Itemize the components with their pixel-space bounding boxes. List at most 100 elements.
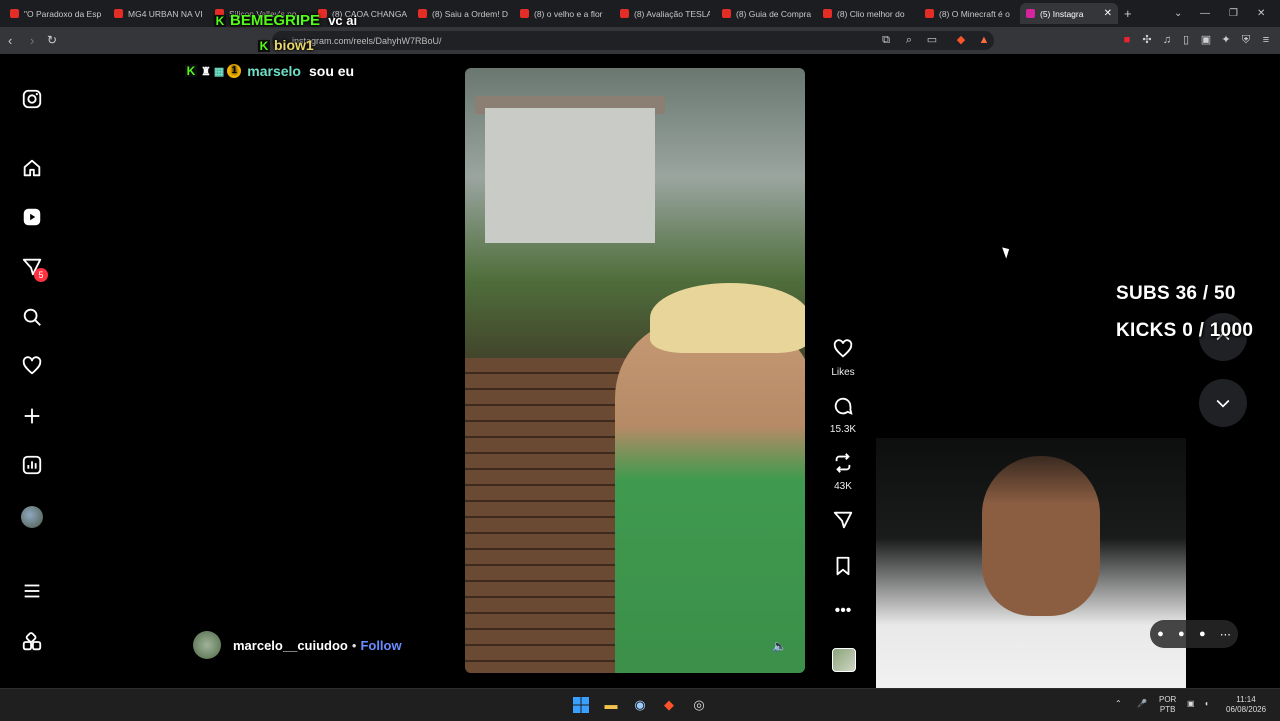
youtube-favicon-icon [925,9,934,18]
like-button[interactable]: Likes [822,338,864,378]
youtube-favicon-icon [823,9,832,18]
follow-button[interactable]: Follow [360,638,401,653]
chat-message: Kbiow1 [258,37,314,53]
share-icon [822,509,864,536]
browser-tab[interactable]: (8) Clio melhor do [823,4,913,23]
browser-tab[interactable]: "O Paradoxo da Esp [10,4,102,23]
menu-icon[interactable] [20,580,44,604]
profile-avatar[interactable] [21,506,43,528]
kick-badge-icon: K [214,14,226,28]
browser-tab[interactable]: (8) Avaliação TESLA [620,4,710,23]
media-icon[interactable]: ♫ [1161,34,1173,46]
kick-badge-icon: K [185,64,197,78]
participant-avatar: ● [1157,628,1164,640]
volume-icon[interactable]: ◖ [1204,699,1209,709]
instagram-sidebar: 5 [0,54,64,688]
brave-browser-icon[interactable]: ◆ [661,697,677,713]
vpn-icon[interactable]: ⛨ [1240,34,1252,46]
repost-icon [822,452,864,479]
minimize-icon[interactable]: — [1200,4,1212,23]
chat-message: K BEMEGRIPE vc ai [214,12,358,29]
reel-author: marcelo__cuiudoo • Follow [193,631,402,659]
forward-icon[interactable]: › [30,33,34,48]
browser-tab[interactable]: MG4 URBAN NA VI [114,4,202,23]
clock[interactable]: 11:14 06/08/2026 [1226,695,1266,715]
apps-icon[interactable] [20,631,44,655]
save-button[interactable] [822,555,864,582]
kick-badge-icon: K [258,39,270,53]
reload-icon[interactable]: ↻ [47,33,57,47]
participant-avatar: ● [1198,628,1206,640]
browser-tab[interactable]: (8) O Minecraft é o [925,4,1013,23]
close-window-icon[interactable]: ✕ [1257,4,1269,23]
file-explorer-icon[interactable]: ▬ [603,697,619,713]
wallet-icon[interactable]: ▣ [1200,34,1212,46]
youtube-favicon-icon [722,9,731,18]
participant-avatar: ● [1178,628,1185,640]
search-icon[interactable] [20,306,44,330]
mute-button[interactable]: 🔈 [772,639,787,653]
brave-rewards-icon[interactable]: ▲ [978,34,990,46]
bookmark-icon [822,555,864,582]
comment-button[interactable]: 15.3K [822,395,864,435]
dashboard-icon[interactable] [20,454,44,478]
tray-chevron-icon[interactable]: ⌃ [1115,699,1122,709]
sidebar-toggle-icon[interactable]: ▯ [1180,34,1192,46]
reposts-count: 43K [834,481,852,492]
chevron-down-icon [1216,399,1230,408]
zoom-icon[interactable]: ⌕ [903,34,915,46]
share-button[interactable] [822,509,864,536]
reels-icon[interactable] [20,206,44,230]
cast-icon[interactable]: ▭ [926,34,938,46]
audio-thumbnail[interactable] [832,648,856,672]
youtube-favicon-icon [10,9,19,18]
video-scene-hat [650,283,805,353]
youtube-favicon-icon [418,9,427,18]
brave-shield-icon[interactable]: ◆ [955,34,967,46]
steam-icon[interactable]: ◉ [632,697,648,713]
likes-label: Likes [831,367,855,378]
youtube-favicon-icon [114,9,123,18]
back-icon[interactable]: ‹ [8,33,12,48]
extensions-puzzle-icon[interactable]: ✣ [1141,34,1153,46]
tab-search-chevron-icon[interactable]: ⌄ [1174,4,1186,23]
restore-icon[interactable]: ❐ [1229,4,1241,23]
more-icon[interactable]: ⋯ [1220,628,1231,641]
author-username[interactable]: marcelo__cuiudoo [233,638,348,653]
network-icon[interactable]: ▣ [1187,699,1195,709]
comments-count: 15.3K [829,424,857,435]
streamer-webcam [876,438,1186,688]
next-reel-button[interactable] [1199,379,1247,427]
heart-icon[interactable] [20,355,44,379]
reel-video[interactable]: 🔈 [465,68,805,673]
home-icon[interactable] [20,157,44,181]
call-participants-bar[interactable]: ● ● ● ⋯ [1150,620,1238,648]
author-avatar[interactable] [193,631,221,659]
leo-ai-icon[interactable]: ✦ [1220,34,1232,46]
video-scene-person [615,318,805,673]
windows-start-icon[interactable] [573,697,589,713]
repost-button[interactable]: 43K [822,452,864,492]
more-options-button[interactable]: ••• [822,600,864,622]
browser-menu-icon[interactable]: ≡ [1260,34,1272,46]
browser-tab-active[interactable]: (5) Instagra ✕ [1020,3,1118,24]
browser-toolbar: ‹ › ↻ instagram.com/reels/DahyhW7RBoU/ ⧉… [0,27,1280,54]
close-tab-icon[interactable]: ✕ [1104,8,1112,19]
microphone-icon[interactable]: 🎤 [1137,699,1147,709]
create-icon[interactable] [20,405,44,429]
gift-badge-icon: ♜ [201,65,211,78]
browser-tab[interactable]: (8) o velho e a flor [520,4,610,23]
video-scene-deck [465,358,625,673]
extension-icon[interactable]: ■ [1121,34,1133,46]
new-tab-button[interactable]: + [1124,4,1138,23]
browser-tab[interactable]: (8) Guia de Compra [722,4,812,23]
instagram-logo-icon[interactable] [20,88,44,112]
translate-icon[interactable]: ⧉ [880,34,892,46]
browser-tab[interactable]: (8) Saiu a Ordem! D [418,4,508,23]
youtube-favicon-icon [620,9,629,18]
language-indicator[interactable]: POR PTB [1159,695,1176,715]
chat-message: K ♜ ▦ 1 marselo sou eu [185,63,355,79]
app-icon[interactable]: ◎ [691,697,707,713]
youtube-favicon-icon [520,9,529,18]
subs-goal: SUBS 36 / 50 [1116,283,1236,304]
